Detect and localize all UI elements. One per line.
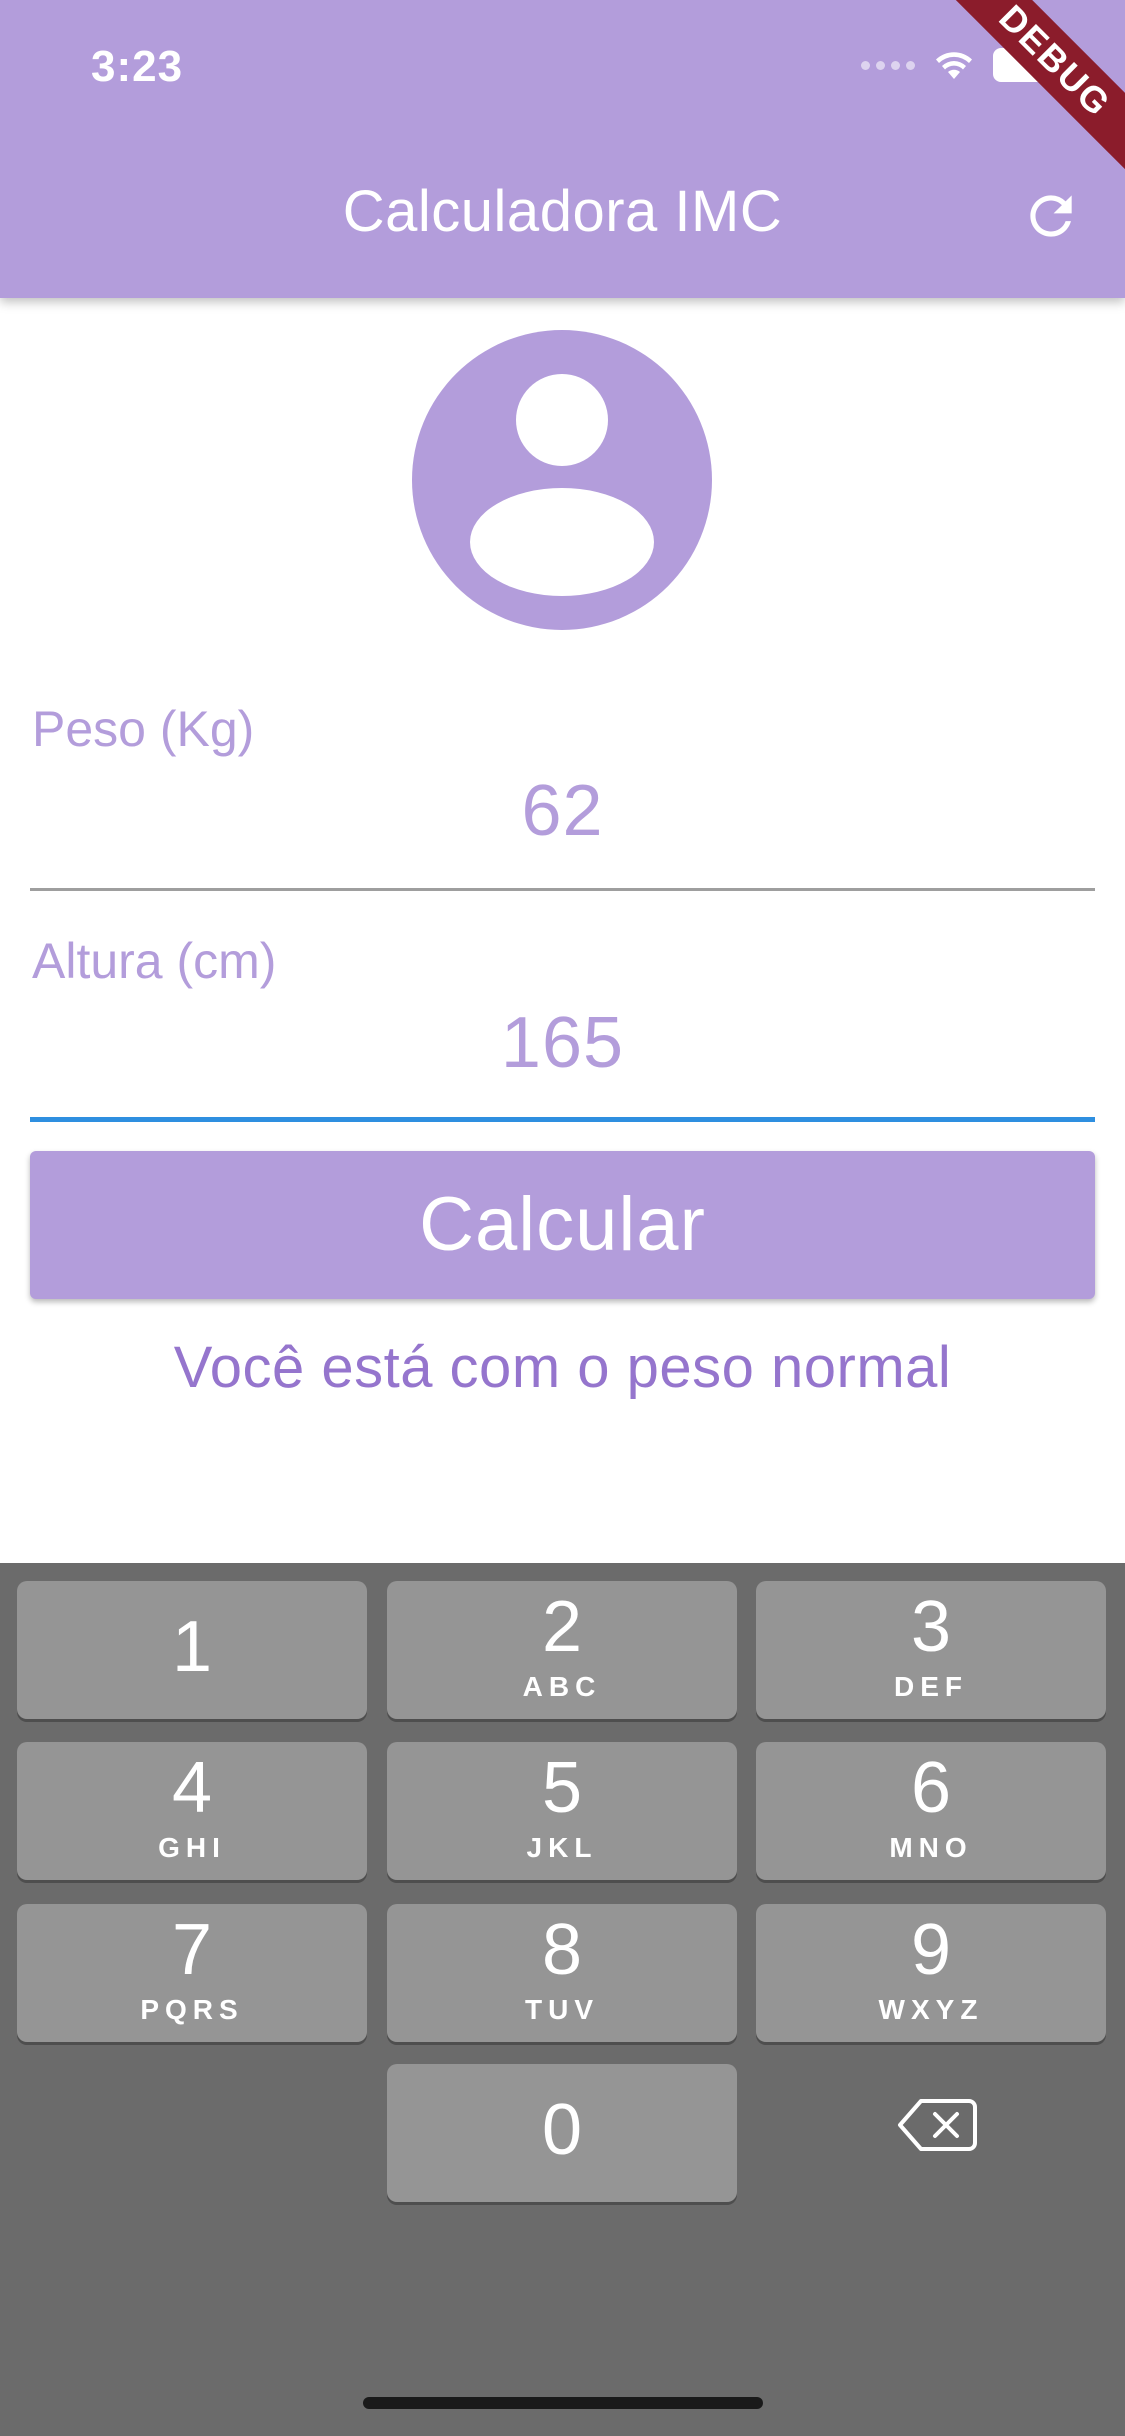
key-letters: JKL [526,1832,598,1863]
key-letters: PQRS [140,1994,244,2025]
calculate-button[interactable]: Calcular [30,1151,1095,1299]
key-digit: 0 [541,2090,583,2170]
cellular-signal-icon [861,60,915,70]
key-letters: WXYZ [878,1994,984,2025]
weight-label: Peso (Kg) [32,701,255,757]
key-digit: 1 [171,1607,213,1687]
key-digit: 5 [541,1748,583,1828]
backspace-icon[interactable] [897,2095,977,2155]
key-2[interactable]: 2 ABC [387,1581,737,1719]
height-underline-focused [30,1117,1095,1122]
key-digit: 3 [910,1587,952,1667]
height-label: Altura (cm) [32,933,277,989]
wifi-icon [933,49,975,81]
key-digit: 2 [541,1587,583,1667]
key-digit: 6 [910,1748,952,1828]
height-field[interactable]: Altura (cm) 165 [30,932,1095,1132]
key-4[interactable]: 4 GHI [17,1742,367,1880]
key-digit: 7 [171,1910,213,1990]
key-7[interactable]: 7 PQRS [17,1904,367,2042]
result-text: Você está com o peso normal [173,1335,952,1400]
app-bar: 3:23 Calculadora IMC [0,0,1125,298]
key-8[interactable]: 8 TUV [387,1904,737,2042]
key-letters: DEF [894,1671,968,1702]
key-letters: TUV [525,1994,599,2025]
key-9[interactable]: 9 WXYZ [756,1904,1106,2042]
key-letters: GHI [158,1832,226,1863]
key-3[interactable]: 3 DEF [756,1581,1106,1719]
key-0[interactable]: 0 [387,2064,737,2202]
key-6[interactable]: 6 MNO [756,1742,1106,1880]
refresh-icon[interactable] [1020,185,1082,247]
weight-underline [30,888,1095,891]
weight-input[interactable]: 62 [30,770,1095,852]
key-letters: MNO [889,1832,973,1863]
status-time: 3:23 [91,42,184,91]
key-digit: 4 [171,1748,213,1828]
weight-field[interactable]: Peso (Kg) 62 [30,700,1095,900]
key-digit: 9 [910,1910,952,1990]
home-indicator [363,2397,763,2409]
height-input[interactable]: 165 [30,1002,1095,1084]
key-digit: 8 [541,1910,583,1990]
account-circle-icon [412,330,712,630]
key-5[interactable]: 5 JKL [387,1742,737,1880]
app-title: Calculadora IMC [342,179,783,244]
key-1[interactable]: 1 [17,1581,367,1719]
key-letters: ABC [522,1671,602,1702]
